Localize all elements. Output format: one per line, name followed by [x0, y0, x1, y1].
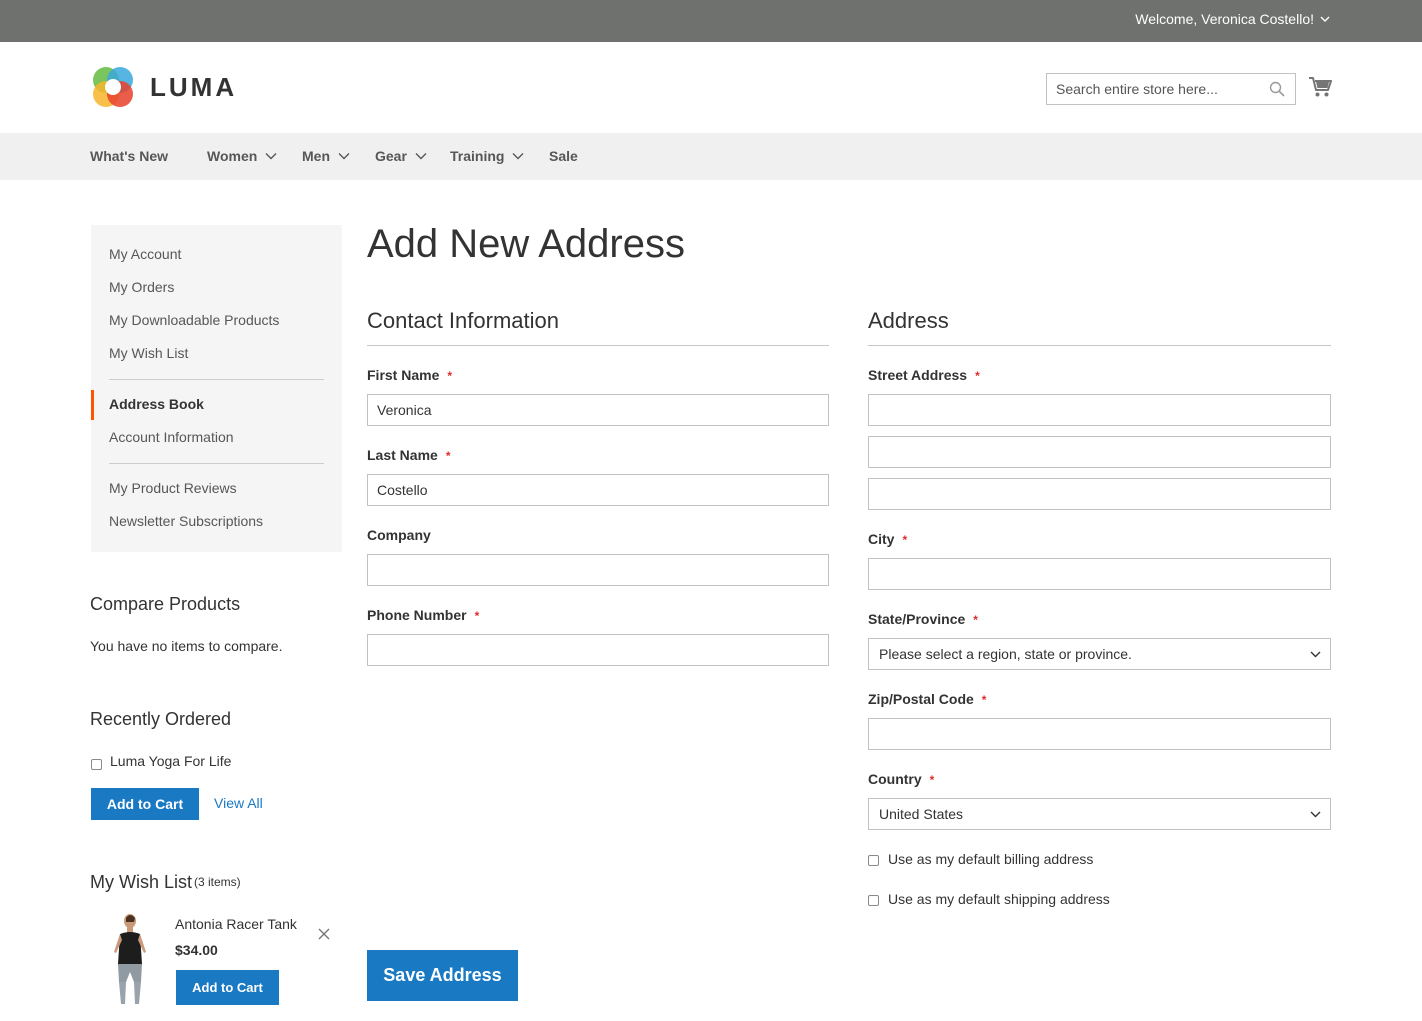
wishlist-item-name[interactable]: Antonia Racer Tank — [175, 916, 297, 932]
city-field[interactable] — [868, 558, 1331, 590]
product-thumbnail[interactable] — [104, 912, 156, 1006]
contact-legend: Contact Information — [367, 308, 559, 333]
chevron-down-icon — [1310, 651, 1321, 658]
divider — [109, 379, 324, 380]
nav-item-training[interactable]: Training — [450, 148, 524, 164]
sidebar-item-my-account[interactable]: My Account — [109, 246, 181, 262]
default-shipping-checkbox[interactable] — [868, 895, 879, 906]
search-box — [1046, 73, 1296, 105]
country-select[interactable]: United States — [868, 798, 1331, 830]
street-address-line-3[interactable] — [868, 478, 1331, 510]
nav-item-whats-new[interactable]: What's New — [90, 148, 168, 164]
recent-item-name[interactable]: Luma Yoga For Life — [110, 753, 231, 769]
default-billing-label: Use as my default billing address — [888, 851, 1094, 867]
recent-add-to-cart-button[interactable]: Add to Cart — [91, 788, 199, 820]
nav-label: What's New — [90, 148, 169, 164]
current-item-marker — [91, 390, 94, 420]
phone-field[interactable] — [367, 634, 829, 666]
nav-label: Men — [302, 148, 330, 164]
wishlist-item-price: $34.00 — [175, 942, 218, 958]
last-name-label: Last Name * — [367, 447, 451, 463]
country-select-value: United States — [879, 806, 964, 822]
nav-label: Women — [207, 148, 258, 164]
zip-label: Zip/Postal Code * — [868, 691, 987, 707]
country-label: Country * — [868, 771, 935, 787]
customer-menu-toggle[interactable]: Welcome, Veronica Costello! — [1135, 11, 1330, 27]
state-select-value: Please select a region, state or provinc… — [879, 646, 1132, 662]
search-input[interactable] — [1047, 74, 1257, 104]
wishlist-add-to-cart-button[interactable]: Add to Cart — [176, 970, 279, 1005]
search-icon[interactable] — [1269, 81, 1285, 97]
main-navigation: What's New Women Men Gear Training Sale — [0, 133, 1422, 180]
top-bar: Welcome, Veronica Costello! — [0, 0, 1422, 42]
logo-text: LUMA — [150, 71, 238, 102]
save-address-button[interactable]: Save Address — [367, 950, 518, 1001]
street-address-line-1[interactable] — [868, 394, 1331, 426]
state-select[interactable]: Please select a region, state or provinc… — [868, 638, 1331, 670]
account-nav: My Account My Orders My Downloadable Pro… — [91, 225, 342, 552]
street-address-line-2[interactable] — [868, 436, 1331, 468]
chevron-down-icon — [338, 153, 350, 160]
recent-item-checkbox[interactable] — [91, 759, 102, 770]
nav-item-men[interactable]: Men — [302, 148, 350, 164]
default-billing-checkbox[interactable] — [868, 855, 879, 866]
zip-field[interactable] — [868, 718, 1331, 750]
default-shipping-option[interactable]: Use as my default shipping address — [868, 891, 1110, 907]
nav-label: Gear — [375, 148, 407, 164]
sidebar-item-my-orders[interactable]: My Orders — [109, 279, 174, 295]
sidebar-item-newsletter-subscriptions[interactable]: Newsletter Subscriptions — [109, 513, 263, 529]
page-title: Add New Address — [367, 222, 685, 266]
default-shipping-label: Use as my default shipping address — [888, 891, 1110, 907]
nav-label: Training — [450, 148, 505, 164]
wishlist-count: (3 items) — [194, 875, 241, 889]
chevron-down-icon — [415, 153, 427, 160]
compare-title: Compare Products — [90, 594, 241, 614]
phone-label: Phone Number * — [367, 607, 480, 623]
state-label: State/Province * — [868, 611, 978, 627]
chevron-down-icon — [1320, 16, 1330, 22]
sidebar-item-product-reviews[interactable]: My Product Reviews — [109, 480, 237, 496]
city-label: City * — [868, 531, 908, 547]
close-icon[interactable] — [317, 927, 331, 941]
sidebar-item-wish-list[interactable]: My Wish List — [109, 345, 188, 361]
sidebar-item-account-information[interactable]: Account Information — [109, 429, 234, 445]
company-field[interactable] — [367, 554, 829, 586]
default-billing-option[interactable]: Use as my default billing address — [868, 851, 1093, 867]
chevron-down-icon — [512, 153, 524, 160]
first-name-field[interactable]: Veronica — [367, 394, 829, 426]
address-legend: Address — [868, 308, 949, 333]
divider — [367, 345, 829, 346]
view-all-link[interactable]: View All — [214, 795, 263, 811]
divider — [868, 345, 1331, 346]
compare-empty-text: You have no items to compare. — [90, 638, 283, 654]
luma-logo-icon — [93, 67, 133, 107]
store-logo[interactable]: LUMA — [90, 64, 237, 110]
nav-item-gear[interactable]: Gear — [375, 148, 427, 164]
nav-item-women[interactable]: Women — [207, 148, 277, 164]
cart-icon[interactable] — [1308, 76, 1332, 98]
welcome-text: Welcome, Veronica Costello! — [1135, 11, 1314, 27]
nav-label: Sale — [549, 148, 578, 164]
last-name-field[interactable]: Costello — [367, 474, 829, 506]
sidebar-item-downloadable-products[interactable]: My Downloadable Products — [109, 312, 279, 328]
company-label: Company — [367, 527, 431, 543]
sidebar-item-address-book: Address Book — [109, 396, 204, 412]
chevron-down-icon — [1310, 811, 1321, 818]
divider — [109, 463, 324, 464]
chevron-down-icon — [265, 153, 277, 160]
street-address-label: Street Address * — [868, 367, 980, 383]
wishlist-title: My Wish List — [90, 872, 193, 892]
recently-ordered-title: Recently Ordered — [90, 709, 232, 729]
first-name-label: First Name * — [367, 367, 453, 383]
nav-item-sale[interactable]: Sale — [549, 148, 578, 164]
